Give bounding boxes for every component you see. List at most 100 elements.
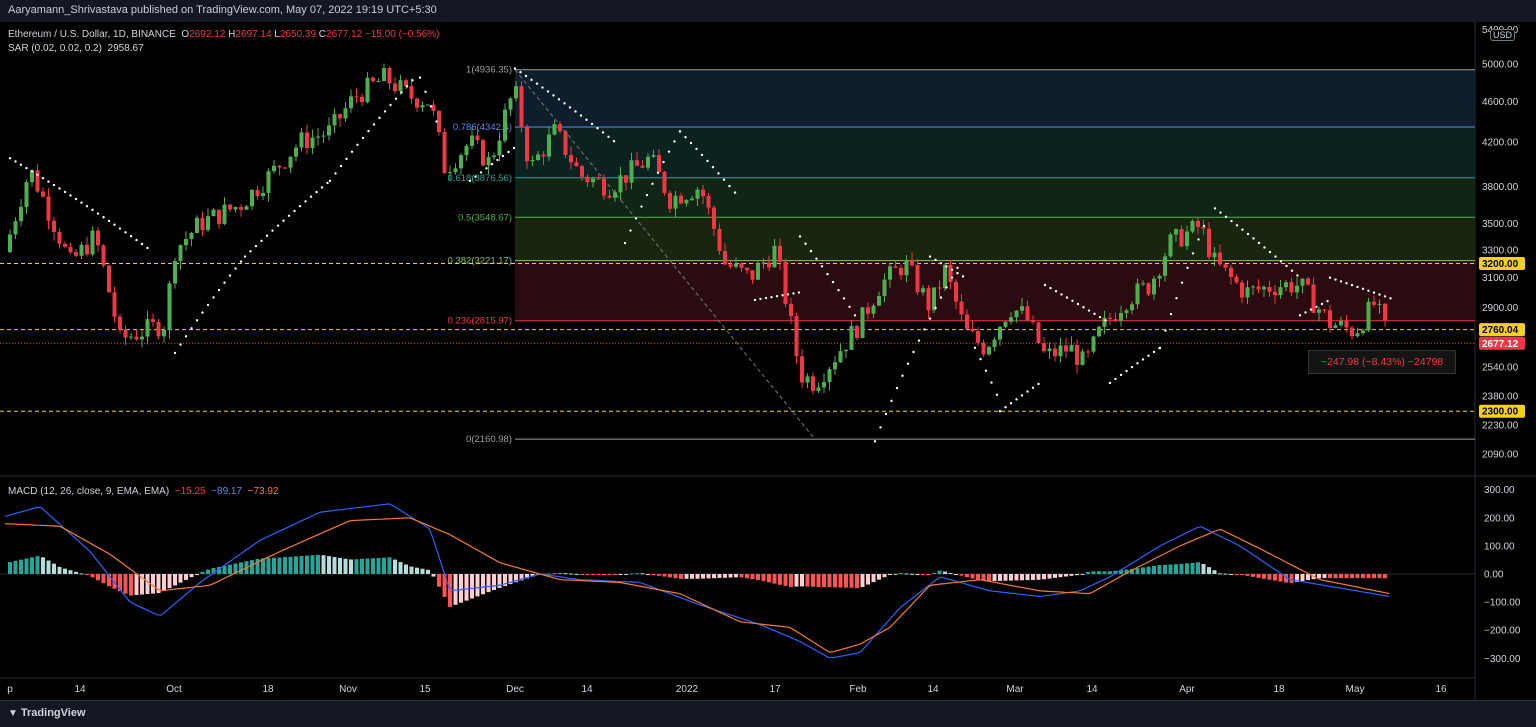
sar-dot: [1274, 255, 1277, 258]
candle-body: [1372, 301, 1376, 305]
sar-dot: [623, 241, 627, 245]
price-tick-label: 2230.00: [1482, 421, 1519, 432]
sar-dot: [728, 184, 731, 188]
sar-dot: [490, 162, 494, 166]
macd-hist-bar: [701, 574, 705, 579]
sar-dot: [1065, 296, 1069, 299]
macd-hist-bar: [1372, 574, 1376, 579]
sar-dot: [1087, 309, 1091, 312]
macd-hist-bar: [591, 574, 595, 575]
sar-label[interactable]: SAR (0.02, 0.02, 0.2): [8, 43, 102, 54]
candle-body: [926, 288, 931, 311]
macd-hist-bar: [492, 574, 496, 591]
currency-badge[interactable]: USD: [1490, 29, 1516, 41]
candle-body: [1229, 267, 1233, 277]
sar-dot: [939, 261, 943, 265]
macd-hist-bar: [1355, 574, 1360, 579]
candle-body: [382, 68, 386, 82]
macd-label[interactable]: MACD (12, 26, close, 9, EMA, EMA): [8, 486, 169, 497]
macd-hist-bar: [1267, 574, 1272, 580]
macd-hist-bar: [52, 563, 56, 574]
candle-body: [701, 189, 705, 197]
candle-body: [206, 216, 210, 231]
sar-dot: [1152, 350, 1156, 354]
candle-body: [547, 134, 551, 157]
macd-hist-bar: [657, 574, 661, 576]
sar-dot: [673, 140, 676, 143]
sar-dot: [52, 183, 56, 187]
sar-dot: [574, 110, 577, 113]
symbol-name[interactable]: Ethereum / U.S. Dollar, 1D, BINANCE: [8, 29, 176, 40]
candle-body: [855, 326, 859, 338]
macd-hist-bar: [338, 557, 342, 574]
macd-hist-bar: [794, 574, 799, 587]
sar-dot: [884, 412, 888, 416]
sar-dot: [678, 130, 682, 133]
sar-dot: [400, 91, 403, 94]
candle-body: [1053, 348, 1057, 357]
macd-hist-bar: [1075, 574, 1079, 576]
candle-body: [1025, 306, 1030, 321]
macd-hist-bar: [679, 574, 683, 579]
macd-hist-bar: [1328, 574, 1332, 579]
macd-tick-label: 300.00: [1484, 485, 1515, 496]
macd-hist-bar: [866, 574, 870, 585]
macd-hist-bar: [673, 574, 678, 579]
sar-dot: [1339, 280, 1343, 283]
candle-body: [827, 369, 832, 383]
candle-body: [1284, 282, 1288, 288]
macd-hist-bar: [1190, 562, 1195, 574]
sar-dot: [1383, 295, 1387, 298]
sar-dot: [917, 339, 921, 342]
sar-dot: [590, 122, 594, 126]
candle-body: [778, 245, 782, 262]
macd-hist-bar: [1229, 573, 1233, 575]
macd-hist-bar: [1157, 565, 1162, 574]
price-tick-label: 3500.00: [1482, 219, 1519, 230]
candle-body: [1256, 286, 1261, 290]
macd-hist-bar: [1273, 574, 1277, 581]
sar-dot: [781, 294, 784, 297]
candle-body: [1152, 278, 1156, 295]
sar-dot: [979, 357, 982, 361]
macd-hist-bar: [1240, 574, 1244, 575]
sar-dot: [243, 255, 247, 258]
candle-body: [1355, 333, 1360, 337]
candle-body: [959, 301, 964, 315]
sar-dot: [1326, 299, 1329, 303]
candle-body: [690, 198, 694, 201]
macd-hist-bar: [1333, 574, 1338, 579]
sar-dot: [1060, 293, 1063, 296]
sar-dot: [1315, 305, 1318, 308]
sar-dot: [389, 103, 392, 107]
sar-dot: [568, 106, 572, 109]
sar-dot: [530, 78, 533, 82]
candle-body: [1146, 283, 1151, 295]
sar-dot: [786, 293, 790, 296]
sar-dot: [541, 86, 544, 89]
macd-hist-bar: [151, 574, 155, 594]
macd-hist-bar: [596, 574, 601, 575]
macd-hist-bar: [629, 573, 634, 575]
price-badge-label: 2760.04: [1482, 325, 1519, 336]
candle-body: [85, 244, 89, 255]
high-value: 2697.14: [235, 29, 272, 40]
price-chart[interactable]: 1(4936.35)0.786(4342.4)0.618(3876.56)0.5…: [0, 22, 1536, 700]
candle-body: [35, 170, 40, 192]
macd-hist-bar: [222, 565, 227, 574]
macd-tick-label: 0.00: [1484, 570, 1504, 581]
sar-dot: [1241, 228, 1244, 231]
candle-body: [1317, 309, 1321, 313]
macd-hist-bar: [932, 573, 936, 575]
macd-hist-bar: [624, 573, 628, 575]
candle-body: [613, 192, 617, 198]
sar-dot: [113, 223, 116, 226]
candle-body: [1245, 287, 1250, 298]
macd-hist-bar: [129, 574, 133, 596]
candle-body: [217, 209, 221, 224]
tradingview-logo[interactable]: ▼ TradingView: [8, 707, 86, 719]
candle-body: [635, 160, 639, 166]
sar-dot: [47, 180, 50, 183]
macd-hist-bar: [635, 573, 639, 575]
macd-hist-bar: [349, 559, 353, 574]
